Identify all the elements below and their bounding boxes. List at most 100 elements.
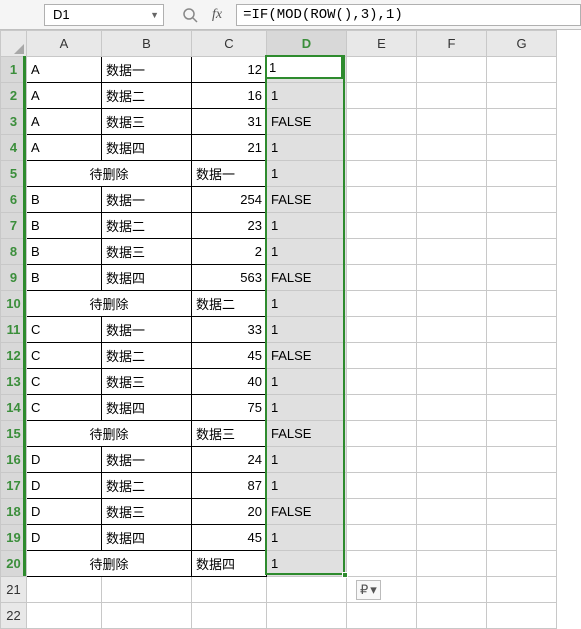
cell[interactable] [417,265,487,291]
column-header-C[interactable]: C [192,31,267,57]
cell[interactable]: 待删除 [27,291,192,317]
cell[interactable]: C [27,317,102,343]
cell[interactable]: 1 [267,525,347,551]
cell[interactable]: 1 [267,291,347,317]
cell[interactable]: 1 [267,551,347,577]
cell[interactable]: 21 [192,135,267,161]
cell[interactable]: 数据一 [192,161,267,187]
cell[interactable]: 75 [192,395,267,421]
cell[interactable]: 数据二 [102,213,192,239]
cell[interactable] [417,57,487,83]
row-header[interactable]: 8 [1,239,27,265]
cell[interactable] [347,473,417,499]
cell[interactable] [192,603,267,629]
cell[interactable] [27,577,102,603]
row-header[interactable]: 9 [1,265,27,291]
spreadsheet-grid[interactable]: ABCDEFG1A数据一122A数据二1613A数据三31FALSE4A数据四2… [0,30,581,629]
cell[interactable]: 254 [192,187,267,213]
cell[interactable]: 数据二 [102,83,192,109]
cell[interactable]: FALSE [267,421,347,447]
cell[interactable]: A [27,135,102,161]
cell[interactable] [347,291,417,317]
cell[interactable]: 数据一 [102,187,192,213]
cell[interactable] [192,577,267,603]
cell[interactable] [417,213,487,239]
cell[interactable] [487,499,557,525]
cell[interactable] [487,57,557,83]
cell[interactable]: A [27,83,102,109]
fx-icon[interactable]: fx [212,7,222,23]
cell[interactable] [487,525,557,551]
row-header[interactable]: 11 [1,317,27,343]
cell[interactable]: FALSE [267,499,347,525]
cell[interactable]: B [27,265,102,291]
row-header[interactable]: 20 [1,551,27,577]
cell[interactable]: 20 [192,499,267,525]
cell[interactable] [347,57,417,83]
cell[interactable]: 87 [192,473,267,499]
cell[interactable]: 1 [267,135,347,161]
cell[interactable] [347,317,417,343]
row-header[interactable]: 15 [1,421,27,447]
row-header[interactable]: 17 [1,473,27,499]
cell[interactable]: B [27,187,102,213]
cell[interactable]: 1 [267,473,347,499]
cell[interactable] [417,499,487,525]
cell[interactable]: FALSE [267,343,347,369]
cell[interactable]: 待删除 [27,421,192,447]
row-header[interactable]: 16 [1,447,27,473]
cell[interactable] [417,473,487,499]
cell[interactable] [417,369,487,395]
cell[interactable] [347,525,417,551]
cell[interactable] [347,187,417,213]
cell[interactable]: 1 [267,213,347,239]
cell[interactable]: 16 [192,83,267,109]
cell[interactable] [417,135,487,161]
cell[interactable] [102,603,192,629]
column-header-D[interactable]: D [267,31,347,57]
search-icon[interactable] [182,7,198,23]
row-header[interactable]: 3 [1,109,27,135]
cell[interactable] [347,135,417,161]
cell[interactable]: 数据四 [102,265,192,291]
cell[interactable] [347,343,417,369]
cell[interactable]: 数据四 [192,551,267,577]
row-header[interactable]: 7 [1,213,27,239]
cell[interactable]: 待删除 [27,161,192,187]
cell[interactable]: D [27,499,102,525]
cell[interactable] [417,343,487,369]
select-all-corner[interactable] [1,31,27,57]
cell[interactable] [417,109,487,135]
cell[interactable]: 数据三 [102,239,192,265]
cell[interactable] [417,395,487,421]
row-header[interactable]: 1 [1,57,27,83]
cell[interactable] [347,603,417,629]
cell[interactable] [347,161,417,187]
cell[interactable]: 12 [192,57,267,83]
row-header[interactable]: 2 [1,83,27,109]
row-header[interactable]: 19 [1,525,27,551]
cell[interactable] [487,135,557,161]
cell[interactable]: 数据二 [102,343,192,369]
cell[interactable]: B [27,213,102,239]
cell[interactable] [267,603,347,629]
cell[interactable] [347,83,417,109]
cell[interactable]: C [27,369,102,395]
cell[interactable] [417,421,487,447]
cell[interactable] [347,239,417,265]
row-header[interactable]: 14 [1,395,27,421]
cell[interactable]: 1 [267,161,347,187]
cell[interactable] [487,369,557,395]
cell[interactable]: 1 [267,239,347,265]
cell[interactable] [267,577,347,603]
row-header[interactable]: 5 [1,161,27,187]
cell[interactable]: B [27,239,102,265]
cell[interactable]: 31 [192,109,267,135]
cell[interactable] [487,317,557,343]
cell[interactable] [487,343,557,369]
cell[interactable] [417,551,487,577]
column-header-E[interactable]: E [347,31,417,57]
cell[interactable]: A [27,109,102,135]
cell[interactable]: 563 [192,265,267,291]
cell[interactable]: 1 [267,395,347,421]
